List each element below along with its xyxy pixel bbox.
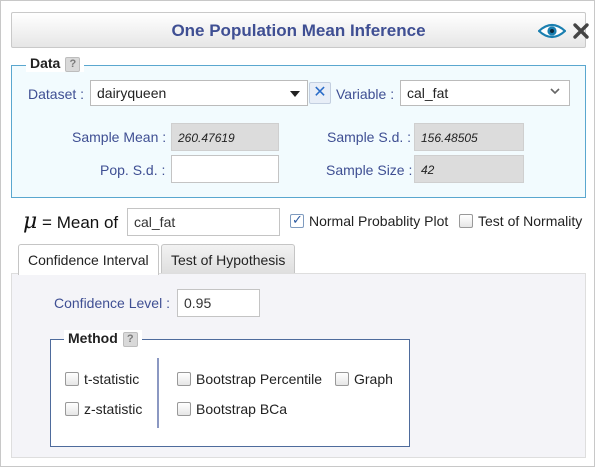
method-legend-label: Method: [68, 330, 118, 346]
bootstrap-bca-checkbox[interactable]: [177, 402, 191, 416]
method-fieldset: [50, 339, 410, 447]
graph-checkbox[interactable]: [335, 372, 349, 386]
method-divider: [157, 358, 159, 428]
normality-test-label: Test of Normality: [478, 213, 583, 229]
dropdown-caret-icon: [290, 91, 300, 97]
mu-symbol: μ: [23, 209, 38, 234]
z-statistic-label: z-statistic: [84, 401, 143, 417]
data-legend: Data?: [26, 55, 85, 72]
sample-sd-label: Sample S.d. :: [327, 129, 412, 145]
tab-confidence-interval[interactable]: Confidence Interval: [18, 244, 159, 275]
bootstrap-percentile-checkbox[interactable]: [177, 372, 191, 386]
clear-dataset-button[interactable]: ✕: [309, 82, 331, 104]
dialog-title: One Population Mean Inference: [171, 21, 426, 40]
help-icon[interactable]: ?: [65, 57, 81, 72]
t-statistic-row[interactable]: t-statistic: [65, 371, 139, 387]
dataset-label: Dataset :: [28, 86, 85, 102]
z-statistic-row[interactable]: z-statistic: [65, 401, 142, 417]
confidence-level-input[interactable]: 0.95: [177, 289, 260, 317]
sample-size-label: Sample Size :: [326, 162, 413, 178]
dialog-window: One Population Mean Inference Data? Data…: [0, 0, 595, 467]
method-help-icon[interactable]: ?: [122, 332, 138, 347]
z-statistic-checkbox[interactable]: [65, 402, 79, 416]
normality-test-checkbox[interactable]: [459, 214, 473, 228]
sample-mean-label: Sample Mean :: [72, 129, 167, 145]
mean-variable-input[interactable]: cal_fat: [127, 208, 280, 236]
title-bar: One Population Mean Inference: [11, 12, 589, 48]
pop-sd-label: Pop. S.d. :: [100, 162, 166, 178]
pop-sd-input[interactable]: [171, 155, 279, 183]
mean-of-label: μ = Mean of: [23, 209, 118, 234]
confidence-level-label: Confidence Level :: [54, 295, 170, 311]
t-statistic-checkbox[interactable]: [65, 372, 79, 386]
method-legend: Method?: [64, 330, 142, 347]
tab-test-of-hypothesis[interactable]: Test of Hypothesis: [161, 244, 296, 274]
t-statistic-label: t-statistic: [84, 371, 140, 387]
bootstrap-percentile-row[interactable]: Bootstrap Percentile: [177, 371, 322, 387]
dataset-select[interactable]: dairyqueen: [90, 80, 308, 106]
sample-mean-field: 260.47619: [171, 123, 279, 151]
variable-select[interactable]: cal_fat: [400, 80, 570, 106]
sample-sd-field: 156.48505: [414, 123, 524, 151]
sample-size-field: 42: [414, 155, 524, 183]
bootstrap-percentile-label: Bootstrap Percentile: [196, 371, 323, 387]
dataset-value: dairyqueen: [97, 85, 167, 101]
variable-value: cal_fat: [407, 85, 449, 101]
normal-plot-checkbox-row[interactable]: Normal Probablity Plot: [290, 212, 449, 229]
chevron-down-icon: [549, 85, 561, 100]
graph-row[interactable]: Graph: [335, 371, 393, 387]
variable-label: Variable :: [336, 86, 395, 102]
bootstrap-bca-row[interactable]: Bootstrap BCa: [177, 401, 287, 417]
graph-label: Graph: [354, 371, 393, 387]
normal-plot-label: Normal Probablity Plot: [309, 213, 449, 229]
normality-test-checkbox-row[interactable]: Test of Normality: [459, 213, 582, 229]
normal-plot-checkbox[interactable]: [290, 212, 304, 228]
data-legend-label: Data: [30, 55, 61, 71]
bootstrap-bca-label: Bootstrap BCa: [196, 401, 288, 417]
mean-of-text: = Mean of: [42, 213, 119, 232]
eye-icon[interactable]: [537, 21, 567, 41]
close-x-icon[interactable]: [571, 21, 591, 41]
